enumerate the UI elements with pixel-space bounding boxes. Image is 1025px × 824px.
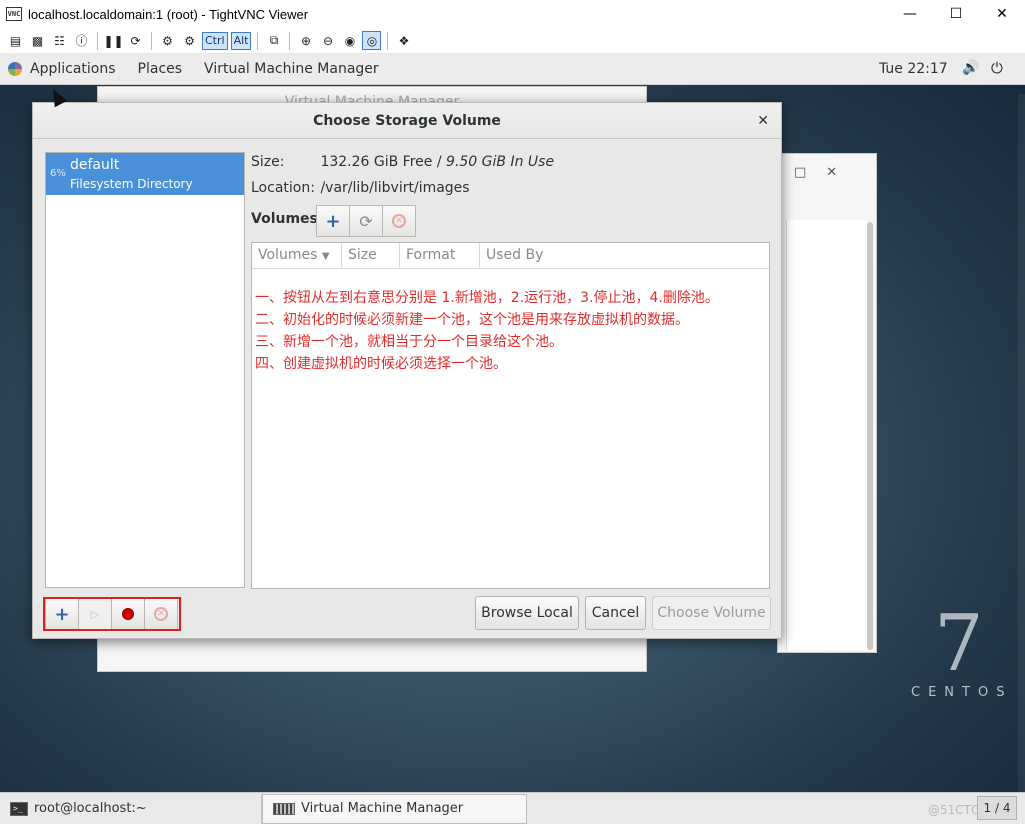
delete-icon: ✕ <box>392 214 406 228</box>
info-icon[interactable]: ⓘ <box>72 31 91 50</box>
size-label: Size: <box>251 154 285 170</box>
new-connection-icon[interactable]: ▤ <box>6 31 25 50</box>
power-icon[interactable]: ⏻ <box>991 59 1003 77</box>
volumes-label: Volumes <box>251 211 318 227</box>
pool-size-row: Size: 132.26 GiB Free / 9.50 GiB In Use <box>251 154 554 170</box>
maximize-icon[interactable]: □ <box>794 165 806 180</box>
size-free: 132.26 GiB Free <box>320 154 433 170</box>
volumes-table-header: Volumes ▼ Size Format Used By <box>252 243 769 269</box>
background-details-window: □ ✕ <box>777 153 877 653</box>
places-menu[interactable]: Places <box>138 61 183 77</box>
alt-key-toggle[interactable]: Alt <box>230 31 252 50</box>
annotation-line: 二、初始化的时候必须新建一个池，这个池是用来存放虚拟机的数据。 <box>255 312 689 328</box>
annotation-notes: 一、按钮从左到右意思分别是 1.新增池，2.运行池，3.停止池，4.删除池。 二… <box>255 287 719 375</box>
close-icon[interactable]: ✕ <box>826 165 837 180</box>
column-used-by[interactable]: Used By <box>480 243 769 268</box>
toolbar-separator <box>97 31 98 50</box>
pause-icon[interactable]: ❚❚ <box>103 31 123 50</box>
column-size[interactable]: Size <box>342 243 400 268</box>
annotation-line: 三、新增一个池，就相当于分一个目录给这个池。 <box>255 334 563 350</box>
dialog-close-icon[interactable]: ✕ <box>757 103 769 139</box>
taskbar-vmm[interactable]: Virtual Machine Manager <box>262 793 527 824</box>
annotation-line: 一、按钮从左到右意思分别是 1.新增池，2.运行池，3.停止池，4.删除池。 <box>255 290 719 306</box>
column-format[interactable]: Format <box>400 243 480 268</box>
cancel-button[interactable]: Cancel <box>585 596 646 630</box>
zoom-100-icon[interactable]: ◉ <box>340 31 359 50</box>
refresh-icon[interactable]: ⟳ <box>126 31 145 50</box>
vmm-icon <box>273 802 295 815</box>
vnc-title-bar: VNC localhost.localdomain:1 (root) - Tig… <box>0 0 1025 28</box>
pool-usage-percent: 6% <box>50 168 66 179</box>
window-controls: — ☐ ✕ <box>887 0 1025 28</box>
volumes-table: Volumes ▼ Size Format Used By 一、按钮从左到右意思… <box>251 242 770 589</box>
location-label: Location: <box>251 180 315 196</box>
background-content <box>786 220 868 650</box>
taskbar-terminal[interactable]: >_ root@localhost:~ <box>0 793 262 824</box>
size-separator: / <box>432 154 447 170</box>
taskbar-vmm-label: Virtual Machine Manager <box>301 801 464 816</box>
browse-local-button[interactable]: Browse Local <box>475 596 579 630</box>
sort-down-icon: ▼ <box>321 251 330 262</box>
background-scrollbar[interactable] <box>867 222 873 650</box>
choose-storage-volume-dialog: Choose Storage Volume ✕ 6% default Files… <box>32 102 782 639</box>
save-icon[interactable]: ▩ <box>28 31 47 50</box>
gnome-logo-icon <box>8 62 22 76</box>
toolbar-separator <box>151 31 152 50</box>
desktop-scrollbar <box>1018 94 1025 792</box>
refresh-volumes-button[interactable]: ⟳ <box>349 205 383 237</box>
ctrl-alt-del-icon[interactable]: ⚙ <box>158 31 177 50</box>
applications-menu[interactable]: Applications <box>30 61 116 77</box>
close-icon[interactable]: ✕ <box>979 0 1025 28</box>
vnc-window-title: localhost.localdomain:1 (root) - TightVN… <box>28 6 309 22</box>
terminal-icon: >_ <box>10 801 28 816</box>
annotation-highlight-box <box>43 597 181 631</box>
clipboard-icon[interactable]: ⧉ <box>264 31 283 50</box>
workspace-pager[interactable]: 1 / 4 <box>977 796 1017 820</box>
centos-logo-text: CENTOS <box>911 685 1013 700</box>
background-window-controls: □ ✕ <box>778 154 876 190</box>
maximize-icon[interactable]: ☐ <box>933 0 979 28</box>
taskbar-terminal-label: root@localhost:~ <box>34 801 147 816</box>
pool-item-default[interactable]: 6% default Filesystem Directory <box>46 153 244 195</box>
new-volume-button[interactable]: + <box>316 205 350 237</box>
pool-location-row: Location: /var/lib/libvirt/images <box>251 180 470 196</box>
toolbar-separator <box>257 31 259 50</box>
options-icon[interactable]: ☷ <box>50 31 69 50</box>
dialog-title: Choose Storage Volume <box>33 103 781 139</box>
ctrl-esc-icon[interactable]: ⚙ <box>180 31 199 50</box>
vnc-toolbar: ▤ ▩ ☷ ⓘ ❚❚ ⟳ ⚙ ⚙ Ctrl Alt ⧉ ⊕ ⊖ ◉ ◎ ❖ <box>0 28 1025 54</box>
column-volumes[interactable]: Volumes ▼ <box>252 243 342 268</box>
clock[interactable]: Tue 22:17 <box>879 61 948 77</box>
storage-pool-list: 6% default Filesystem Directory <box>45 152 245 588</box>
centos-logo-number: 7 <box>934 599 984 689</box>
remote-desktop: Applications Places Virtual Machine Mana… <box>0 54 1025 792</box>
zoom-auto-icon[interactable]: ◎ <box>362 31 382 50</box>
plus-icon: + <box>325 210 341 232</box>
gnome-top-bar: Applications Places Virtual Machine Mana… <box>0 54 1025 85</box>
zoom-in-icon[interactable]: ⊕ <box>296 31 315 50</box>
taskbar: >_ root@localhost:~ Virtual Machine Mana… <box>0 792 1025 824</box>
volume-icon[interactable]: 🔊 <box>962 60 979 76</box>
pool-name: default <box>70 157 120 173</box>
refresh-icon: ⟳ <box>359 211 373 231</box>
choose-volume-button[interactable]: Choose Volume <box>652 596 771 630</box>
pool-type: Filesystem Directory <box>70 177 193 191</box>
vnc-app-icon: VNC <box>6 7 22 21</box>
annotation-line: 四、创建虚拟机的时候必须选择一个池。 <box>255 356 507 372</box>
zoom-out-icon[interactable]: ⊖ <box>318 31 337 50</box>
vmm-app-menu[interactable]: Virtual Machine Manager <box>204 61 379 77</box>
fullscreen-icon[interactable]: ❖ <box>394 31 413 50</box>
delete-volume-button[interactable]: ✕ <box>382 205 416 237</box>
size-used: 9.50 GiB In Use <box>446 154 555 170</box>
minimize-icon[interactable]: — <box>887 0 933 28</box>
volume-buttons: + ⟳ ✕ <box>316 205 416 237</box>
toolbar-separator <box>387 31 389 50</box>
toolbar-separator <box>289 31 291 50</box>
ctrl-key-toggle[interactable]: Ctrl <box>202 31 228 50</box>
location-value: /var/lib/libvirt/images <box>320 180 470 196</box>
